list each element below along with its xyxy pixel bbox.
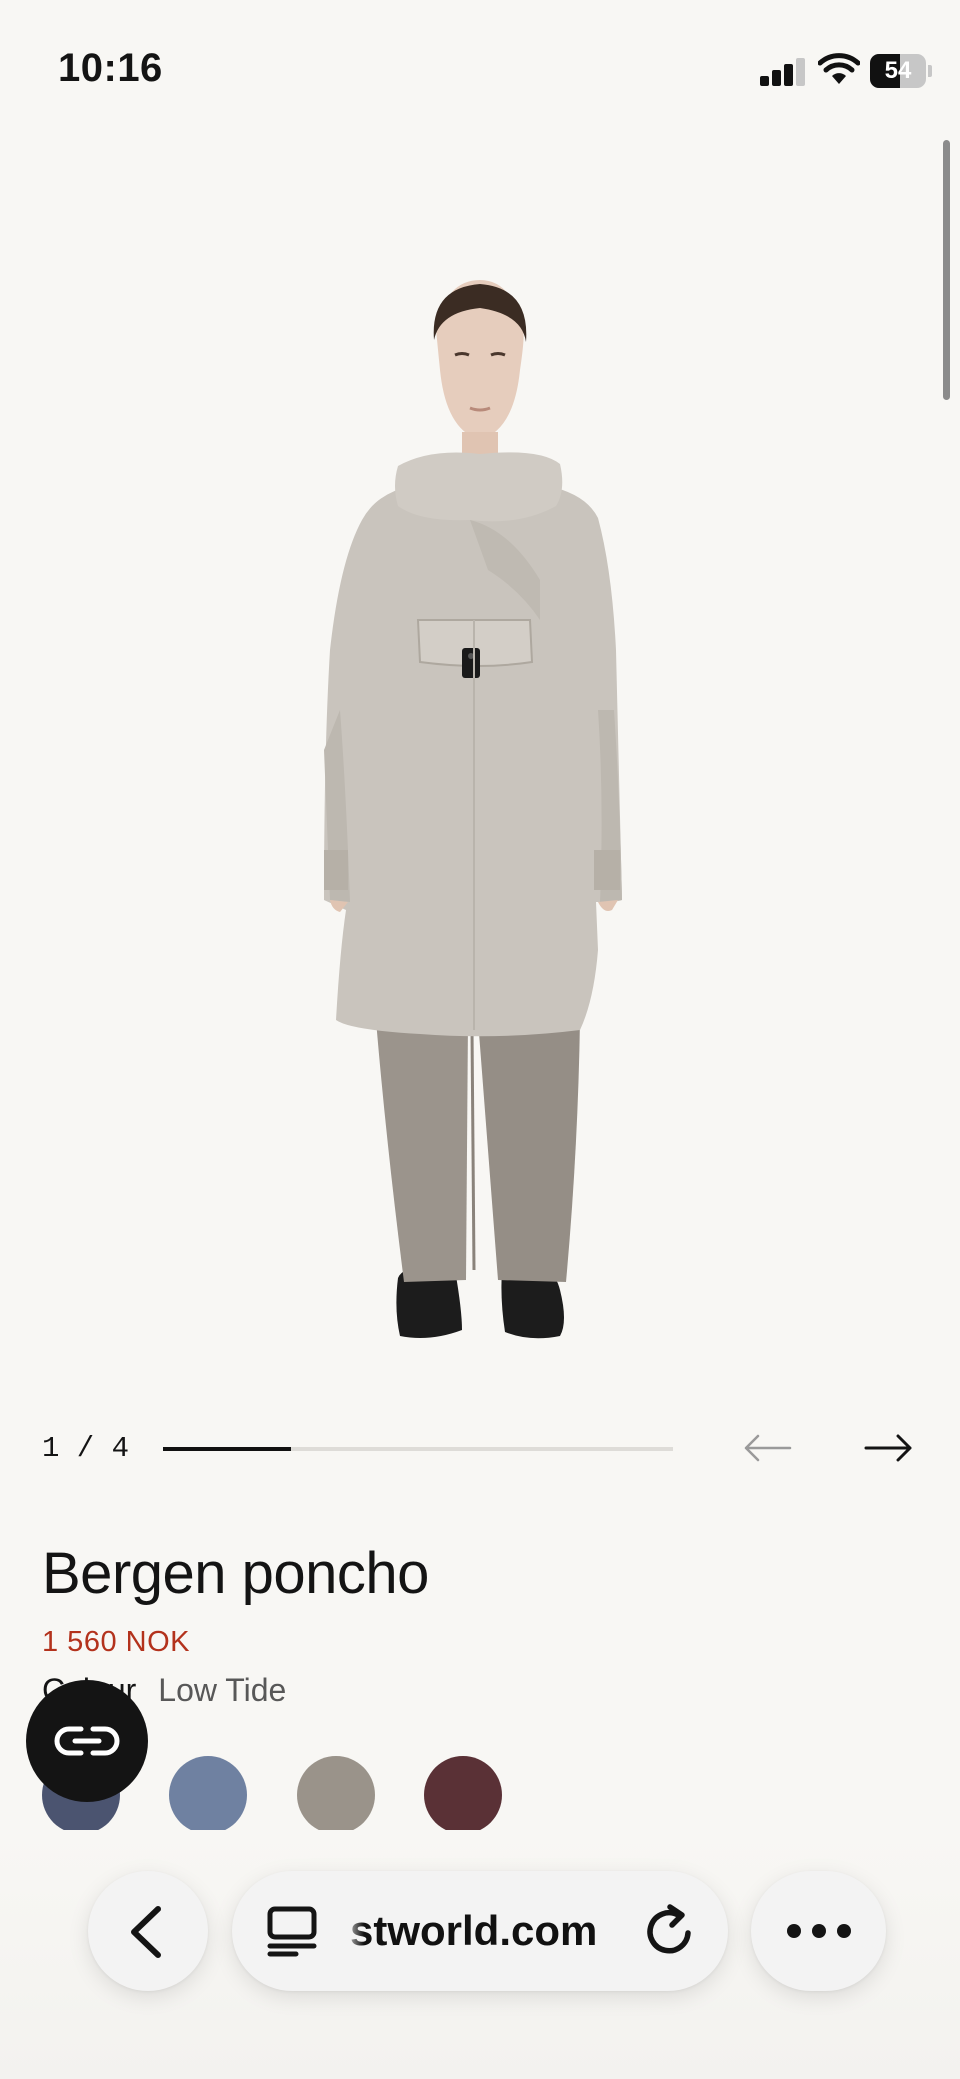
model-trousers [376,1020,580,1282]
arrow-right-icon[interactable] [860,1428,920,1468]
colour-value: Low Tide [158,1672,287,1708]
arrow-left-icon[interactable] [736,1428,796,1468]
product-price: 1 560 NOK [42,1626,190,1658]
chat-button[interactable] [26,1680,148,1802]
cellular-signal-icon [760,58,806,86]
colour-swatches [0,1756,960,1830]
page-menu-icon[interactable] [266,1905,318,1957]
browser-address-bar[interactable]: stworld.com [232,1871,728,1991]
browser-url: stworld.com [350,1907,598,1954]
status-time: 10:16 [58,46,163,90]
colour-swatch-low-tide[interactable] [297,1756,375,1830]
chat-link-icon [54,1726,120,1756]
more-dots-icon [787,1924,851,1938]
gallery-progress-bar [163,1447,673,1451]
browser-more-button[interactable] [751,1871,886,1991]
product-page: 10:16 54 1 / 4 Bergen poncho 1 560 NOK L… [0,0,960,2079]
model-poncho [324,452,622,1037]
battery-icon: 54 [870,54,932,88]
chevron-left-icon [131,1906,161,1958]
wifi-icon [818,53,860,84]
gallery-counter: 1 / 4 [42,1432,130,1465]
battery-percentage: 54 [884,57,912,84]
status-bar: 10:16 54 [0,0,960,140]
colour-swatch-burgundy[interactable] [424,1756,502,1830]
colour-swatch-blue[interactable] [169,1756,247,1830]
product-title: Bergen poncho [42,1541,429,1606]
product-image[interactable] [0,150,960,1400]
browser-back-button[interactable] [88,1871,208,1991]
gallery-progress-fill [163,1447,291,1451]
model-head [433,280,527,462]
reload-icon[interactable] [642,1903,698,1959]
